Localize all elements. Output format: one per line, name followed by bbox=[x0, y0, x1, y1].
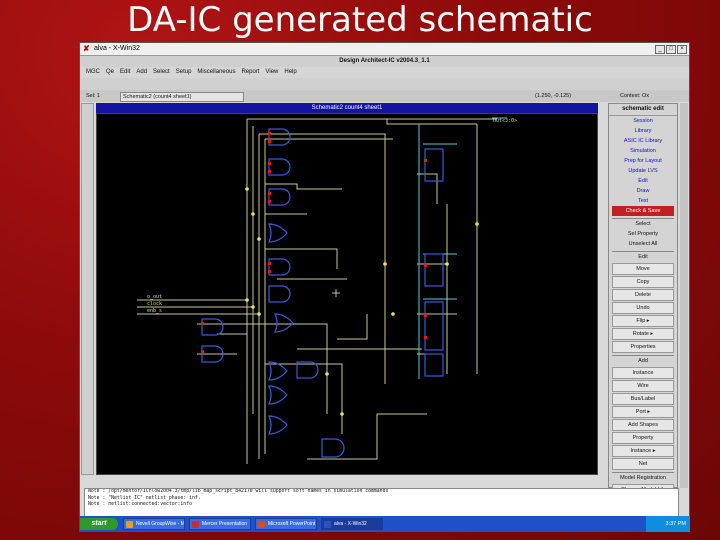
logic-gates bbox=[201, 128, 345, 458]
palette-button-library[interactable]: Library bbox=[612, 126, 674, 136]
window-titlebar[interactable]: ✘ alva - X-Win32 _ □ × bbox=[80, 43, 689, 56]
palette-button-session[interactable]: Session bbox=[612, 116, 674, 126]
taskbar-task-label: Microsoft PowerPoint bbox=[268, 521, 316, 527]
taskbar-task-label: Mercer Presentation bbox=[202, 521, 248, 527]
palette-button-check-save[interactable]: Check & Save bbox=[612, 206, 674, 216]
schematic-window-title: Schematic2 count4 sheet1 bbox=[96, 103, 598, 113]
taskbar-task[interactable]: Novell GroupWise - M... bbox=[123, 518, 185, 530]
app-icon bbox=[126, 521, 133, 528]
palette-button-copy[interactable]: Copy bbox=[612, 276, 674, 288]
pins bbox=[201, 132, 427, 353]
message-transcript: Note : /opt/mentor/ICFlow2004.3/tmp/lib_… bbox=[84, 488, 679, 518]
port-enb: enb_s bbox=[147, 308, 162, 314]
menu-item-edit[interactable]: Edit bbox=[120, 67, 130, 78]
cursor-crosshair bbox=[332, 289, 340, 297]
system-tray-clock: 3:37 PM bbox=[646, 516, 690, 532]
status-context: Context: Ox bbox=[620, 93, 650, 99]
port-clock: clock bbox=[147, 301, 162, 307]
palette-button-undo[interactable]: Undo bbox=[612, 302, 674, 314]
palette-button-rotate[interactable]: Rotate ▸ bbox=[612, 328, 674, 340]
palette-button-properties[interactable]: Properties bbox=[612, 341, 674, 353]
palette-button-wire[interactable]: Wire bbox=[612, 380, 674, 392]
port-labels: out<3:0> o_out clock enb_s bbox=[147, 118, 517, 314]
menu-item-miscellaneous[interactable]: Miscellaneous bbox=[197, 67, 235, 78]
menu-item-help[interactable]: Help bbox=[284, 67, 296, 78]
palette-button-sel-property[interactable]: Sel Property bbox=[612, 229, 674, 239]
menu-item-mgc[interactable]: MGC bbox=[86, 67, 100, 78]
palette-button-add-shapes[interactable]: Add Shapes bbox=[612, 419, 674, 431]
minimize-icon[interactable]: _ bbox=[655, 45, 665, 54]
app-icon bbox=[324, 521, 331, 528]
app-icon bbox=[192, 521, 199, 528]
bus-lines bbox=[418, 117, 507, 379]
status-design-field: Schematic2 (count4 sheet1) bbox=[120, 92, 244, 102]
app-title: Design Architect-IC v2004.3_1.1 bbox=[80, 56, 689, 67]
palette-button-update-lvs[interactable]: Update LVS bbox=[612, 166, 674, 176]
palette-button-instance[interactable]: Instance ▸ bbox=[612, 445, 674, 457]
menu-item-select[interactable]: Select bbox=[153, 67, 170, 78]
x-window: ✘ alva - X-Win32 _ □ × Design Architect-… bbox=[79, 42, 690, 532]
palette-section-edit: Edit bbox=[612, 251, 674, 262]
palette-button-instance[interactable]: Instance bbox=[612, 367, 674, 379]
palette-button-simulation[interactable]: Simulation bbox=[612, 146, 674, 156]
start-button[interactable]: start bbox=[80, 518, 118, 530]
palette-button-property[interactable]: Property bbox=[612, 432, 674, 444]
flip-flops bbox=[424, 148, 444, 377]
schematic-drawing: out<3:0> o_out clock enb_s bbox=[137, 117, 517, 464]
status-selection: Sel: 1 bbox=[86, 93, 101, 99]
palette-button-move[interactable]: Move bbox=[612, 263, 674, 275]
taskbar-task[interactable]: Microsoft PowerPoint bbox=[255, 518, 317, 530]
palette-button-flip[interactable]: Flip ▸ bbox=[612, 315, 674, 327]
menu-item-report[interactable]: Report bbox=[241, 67, 259, 78]
menu-item-qe[interactable]: Qe bbox=[106, 67, 114, 78]
status-coordinates: (1.250, -0.125) bbox=[535, 93, 572, 99]
port-o-out: o_out bbox=[147, 294, 162, 300]
status-bar: Sel: 1 Schematic2 (count4 sheet1) (1.250… bbox=[80, 90, 689, 102]
palette-section-model-registration: Model Registration bbox=[612, 472, 674, 483]
slide-title: DA-IC generated schematic bbox=[127, 0, 593, 40]
palette-button-asic-ic-library[interactable]: ASIC IC Library bbox=[612, 136, 674, 146]
palette-button-edit[interactable]: Edit bbox=[612, 176, 674, 186]
palette-button-port[interactable]: Port ▸ bbox=[612, 406, 674, 418]
maximize-icon[interactable]: □ bbox=[666, 45, 676, 54]
taskbar-task-label: alva - X-Win32 bbox=[334, 521, 367, 527]
palette-scrollbar[interactable] bbox=[680, 103, 688, 488]
command-palette: schematic edit Session Library ASIC IC Lib… bbox=[608, 103, 678, 522]
palette-button-prep-for-layout[interactable]: Prep for Layout bbox=[612, 156, 674, 166]
port-out-bus: out<3:0> bbox=[493, 118, 517, 124]
taskbar-task[interactable]: alva - X-Win32 bbox=[321, 518, 383, 530]
window-title: alva - X-Win32 bbox=[94, 45, 140, 52]
schematic-canvas[interactable]: out<3:0> o_out clock enb_s bbox=[96, 113, 598, 475]
palette-button-delete[interactable]: Delete bbox=[612, 289, 674, 301]
left-scrollbar[interactable] bbox=[81, 103, 94, 475]
palette-button-text[interactable]: Text bbox=[612, 196, 674, 206]
x-logo-icon: ✘ bbox=[83, 44, 90, 53]
menu-item-setup[interactable]: Setup bbox=[176, 67, 192, 78]
palette-header: schematic edit bbox=[609, 104, 677, 116]
palette-button-unselect-all[interactable]: Unselect All bbox=[612, 239, 674, 249]
app-icon bbox=[258, 521, 265, 528]
palette-section-select: Select bbox=[612, 218, 674, 229]
palette-button-net[interactable]: Net bbox=[612, 458, 674, 470]
menu-item-add[interactable]: Add bbox=[136, 67, 147, 78]
taskbar-task[interactable]: Mercer Presentation bbox=[189, 518, 251, 530]
transcript-line: Note : netlist:connected:vector:info bbox=[88, 502, 192, 507]
palette-section-add: Add bbox=[612, 355, 674, 366]
menubar: MGC Qe Edit Add Select Setup Miscellaneous Repo… bbox=[80, 67, 689, 78]
menu-item-view[interactable]: View bbox=[265, 67, 278, 78]
close-icon[interactable]: × bbox=[677, 45, 687, 54]
windows-taskbar: start Novell GroupWise - M... Mercer Pres… bbox=[79, 516, 690, 532]
palette-button-bus-label[interactable]: Bus/Label bbox=[612, 393, 674, 405]
palette-button-draw[interactable]: Draw bbox=[612, 186, 674, 196]
taskbar-task-label: Novell GroupWise - M... bbox=[136, 521, 185, 527]
